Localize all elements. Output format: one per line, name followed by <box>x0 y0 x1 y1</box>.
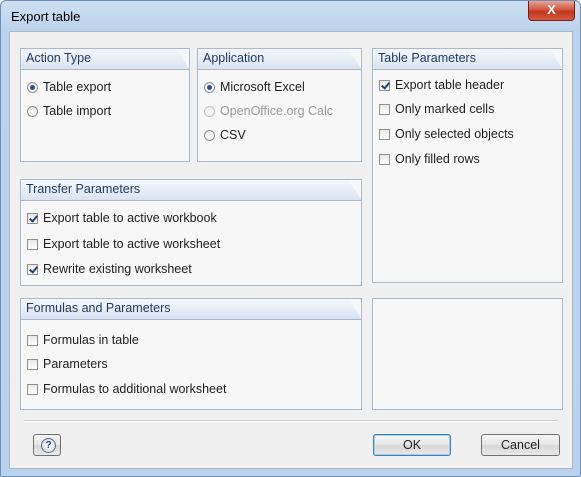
checkbox[interactable] <box>27 383 38 395</box>
radio-label: Microsoft Excel <box>220 80 305 94</box>
table-parameters-group: Table Parameters Export table header Onl… <box>372 48 563 283</box>
checkbox-label: Only filled rows <box>395 152 480 166</box>
checkbox-label: Only marked cells <box>395 102 495 116</box>
application-title: Application <box>203 51 265 65</box>
action-type-title: Action Type <box>26 51 92 65</box>
radio-openoffice-calc: OpenOffice.org Calc <box>204 102 333 120</box>
radio-table-export[interactable]: Table export <box>27 78 111 96</box>
checkbox[interactable] <box>27 334 38 346</box>
checkbox[interactable] <box>379 128 390 140</box>
checkbox-label: Export table header <box>395 78 505 92</box>
radio-label: Table export <box>43 80 112 94</box>
checkbox[interactable] <box>27 358 38 370</box>
formulas-parameters-title: Formulas and Parameters <box>26 301 171 315</box>
checkbox-parameters[interactable]: Parameters <box>27 355 108 373</box>
transfer-parameters-group: Transfer Parameters Export table to acti… <box>20 179 362 286</box>
close-button[interactable]: X <box>528 1 575 21</box>
checkbox[interactable] <box>379 103 390 115</box>
checkbox[interactable] <box>379 79 390 91</box>
checkbox[interactable] <box>379 153 390 165</box>
transfer-parameters-title: Transfer Parameters <box>26 182 141 196</box>
radio-button <box>204 105 215 117</box>
checkbox-export-to-active-workbook[interactable]: Export table to active workbook <box>27 209 217 227</box>
export-table-dialog: Export table X Action Type Table export … <box>0 0 581 477</box>
cancel-button[interactable]: Cancel <box>481 434 560 456</box>
checkbox-label: Only selected objects <box>395 127 514 141</box>
checkbox-label: Formulas to additional worksheet <box>43 382 227 396</box>
checkbox-formulas-additional-worksheet[interactable]: Formulas to additional worksheet <box>27 380 226 398</box>
help-icon: ? <box>41 438 56 453</box>
checkbox-export-to-active-worksheet[interactable]: Export table to active worksheet <box>27 235 220 253</box>
radio-button[interactable] <box>27 81 38 93</box>
title-bar[interactable]: Export table X <box>1 1 580 31</box>
radio-button[interactable] <box>204 129 215 141</box>
checkbox-export-table-header[interactable]: Export table header <box>379 76 504 94</box>
checkbox[interactable] <box>27 212 38 224</box>
help-button[interactable]: ? <box>33 434 61 456</box>
checkbox-label: Formulas in table <box>43 333 139 347</box>
checkbox-label: Rewrite existing worksheet <box>43 262 192 276</box>
action-type-group: Action Type Table export Table import <box>20 48 190 162</box>
table-parameters-title: Table Parameters <box>378 51 476 65</box>
radio-label: OpenOffice.org Calc <box>220 104 334 118</box>
radio-button[interactable] <box>204 81 215 93</box>
checkbox-only-marked-cells[interactable]: Only marked cells <box>379 100 494 118</box>
formulas-parameters-group: Formulas and Parameters Formulas in tabl… <box>20 298 362 410</box>
radio-button[interactable] <box>27 105 38 117</box>
ok-button[interactable]: OK <box>373 434 451 456</box>
checkbox-label: Export table to active workbook <box>43 211 217 225</box>
radio-label: CSV <box>220 128 246 142</box>
dialog-body: Action Type Table export Table import Ap… <box>9 31 573 469</box>
radio-microsoft-excel[interactable]: Microsoft Excel <box>204 78 305 96</box>
radio-table-import[interactable]: Table import <box>27 102 111 120</box>
checkbox-label: Parameters <box>43 357 108 371</box>
empty-panel <box>372 298 563 410</box>
checkbox-only-filled-rows[interactable]: Only filled rows <box>379 150 480 168</box>
checkbox-label: Export table to active worksheet <box>43 237 221 251</box>
checkbox[interactable] <box>27 238 38 250</box>
radio-csv[interactable]: CSV <box>204 126 246 144</box>
checkbox-only-selected-objects[interactable]: Only selected objects <box>379 125 514 143</box>
window-title: Export table <box>11 9 81 24</box>
checkbox-rewrite-existing-worksheet[interactable]: Rewrite existing worksheet <box>27 260 192 278</box>
separator <box>24 420 558 422</box>
checkbox[interactable] <box>27 263 38 275</box>
radio-label: Table import <box>43 104 112 118</box>
application-group: Application Microsoft Excel OpenOffice.o… <box>197 48 362 162</box>
checkbox-formulas-in-table[interactable]: Formulas in table <box>27 331 139 349</box>
